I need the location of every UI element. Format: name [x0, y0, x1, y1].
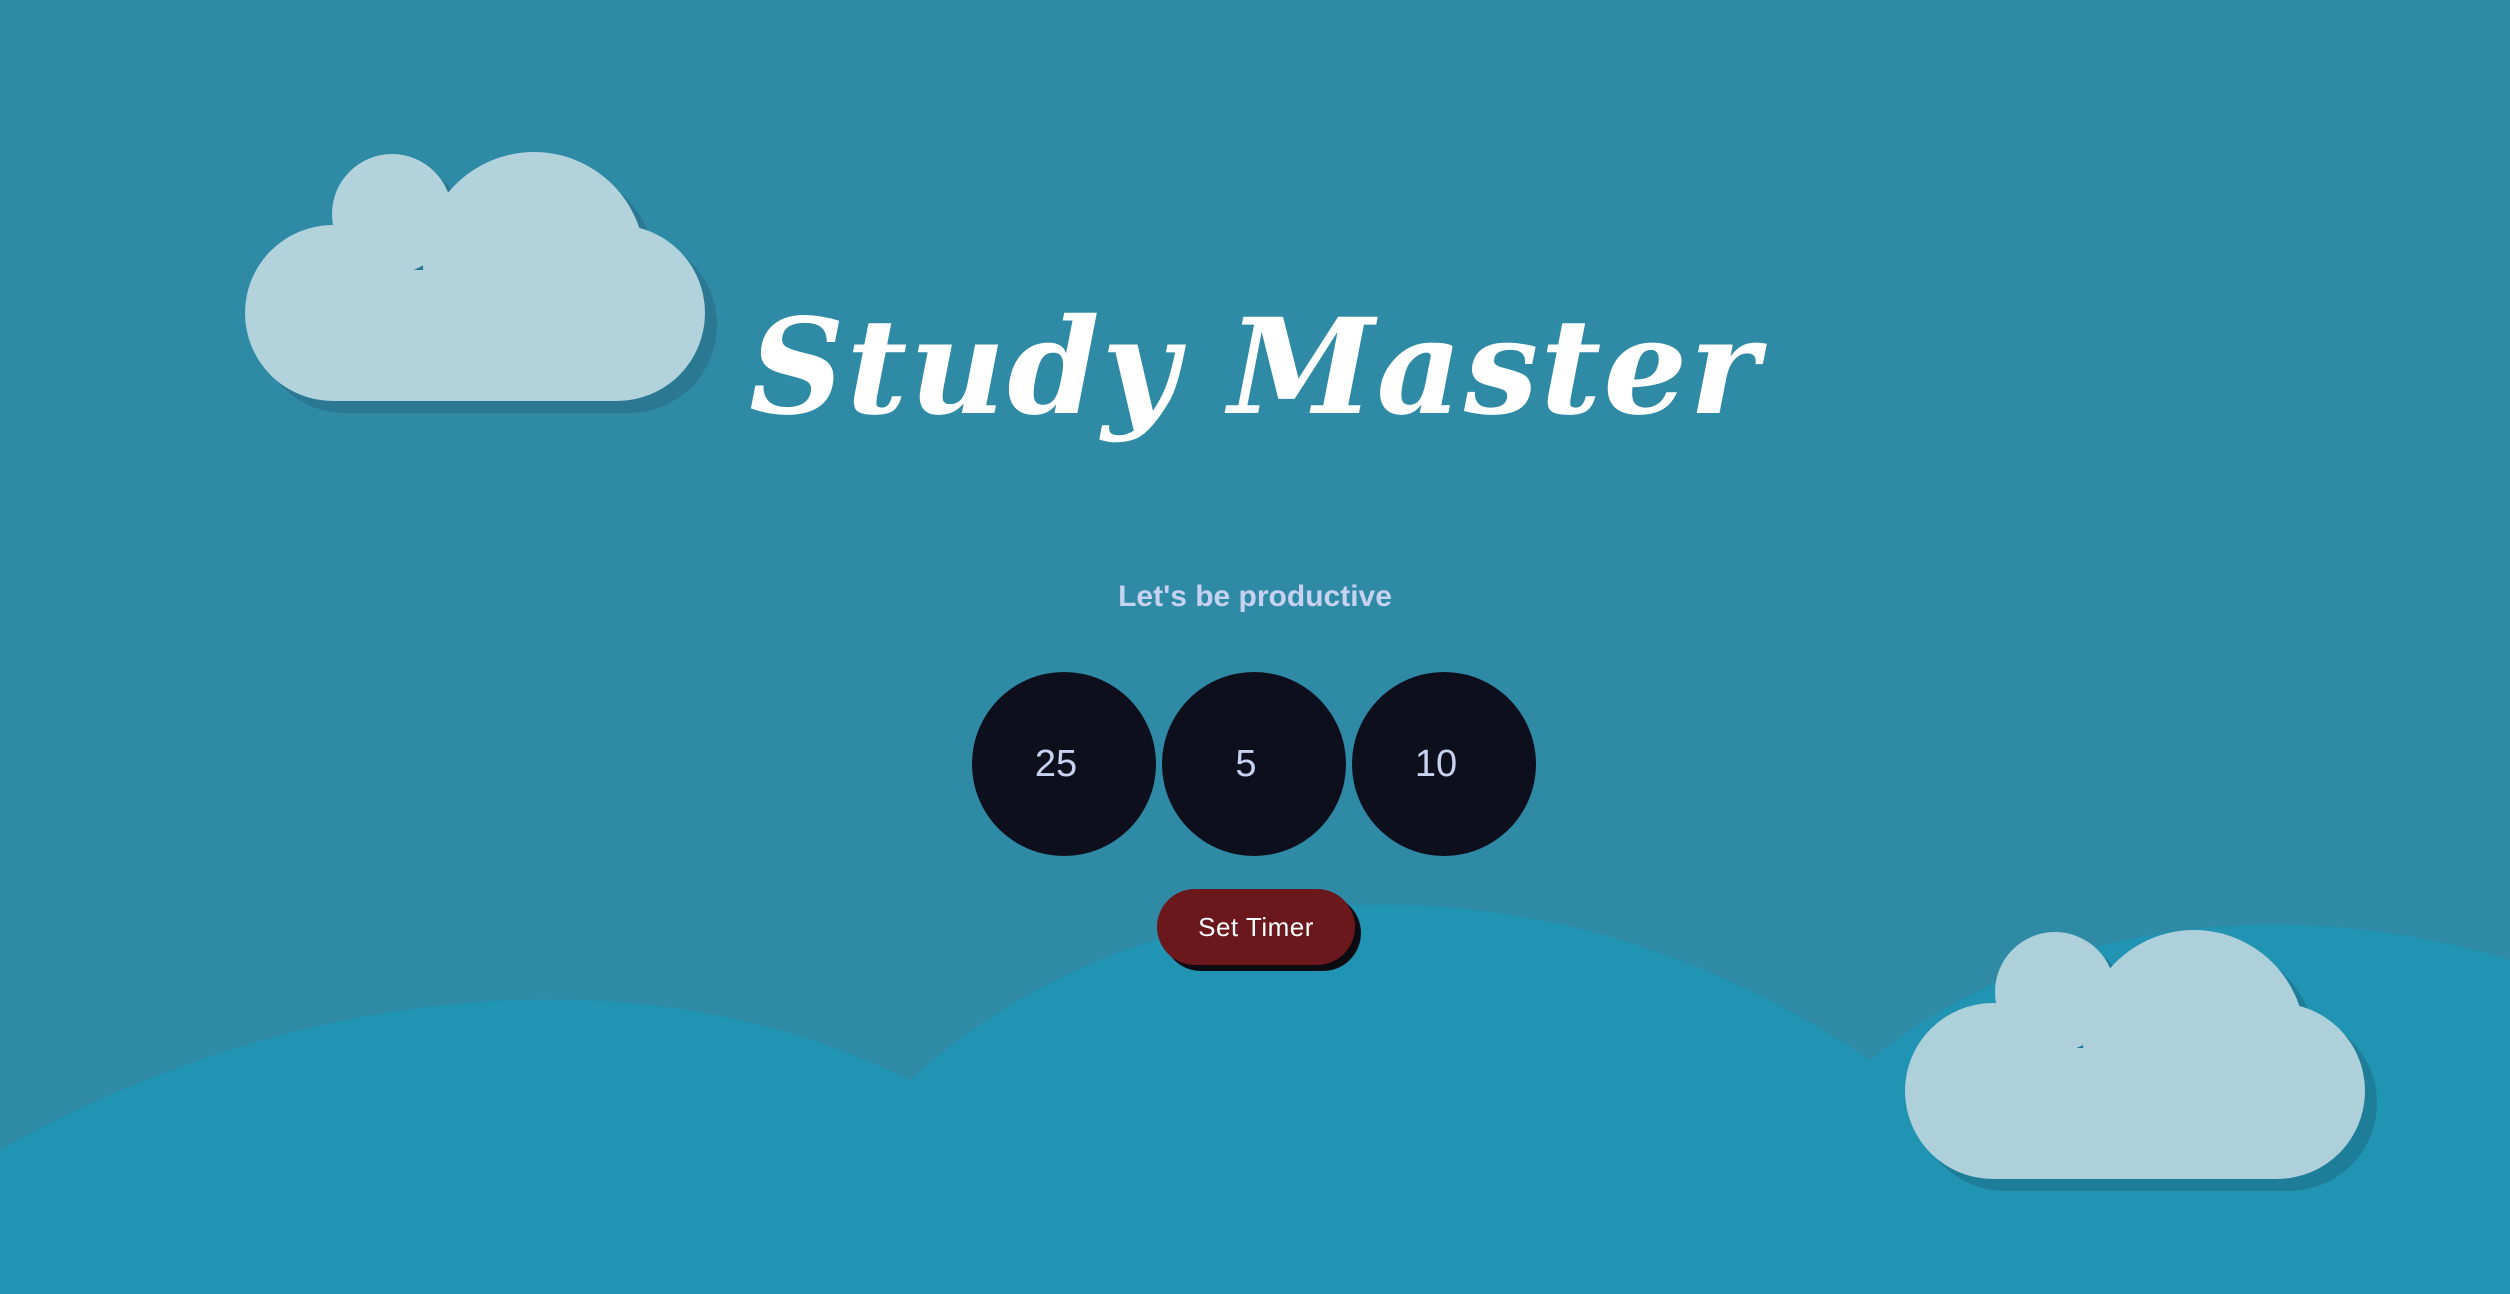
- subtitle: Let's be productive: [1118, 580, 1392, 613]
- timer-options: 25 5 10: [972, 672, 1536, 856]
- timer-option-10[interactable]: 10: [1352, 672, 1536, 856]
- timer-option-label: 25: [1034, 742, 1078, 785]
- timer-option-label: 5: [1235, 742, 1257, 785]
- timer-option-label: 10: [1414, 742, 1458, 785]
- cloud-bottom-right: [1905, 930, 2377, 1191]
- app-title: Study Master: [749, 290, 1761, 445]
- set-timer-button[interactable]: Set Timer: [1157, 889, 1355, 965]
- timer-option-5[interactable]: 5: [1162, 672, 1346, 856]
- timer-option-25[interactable]: 25: [972, 672, 1156, 856]
- background-scene: [0, 0, 2510, 1294]
